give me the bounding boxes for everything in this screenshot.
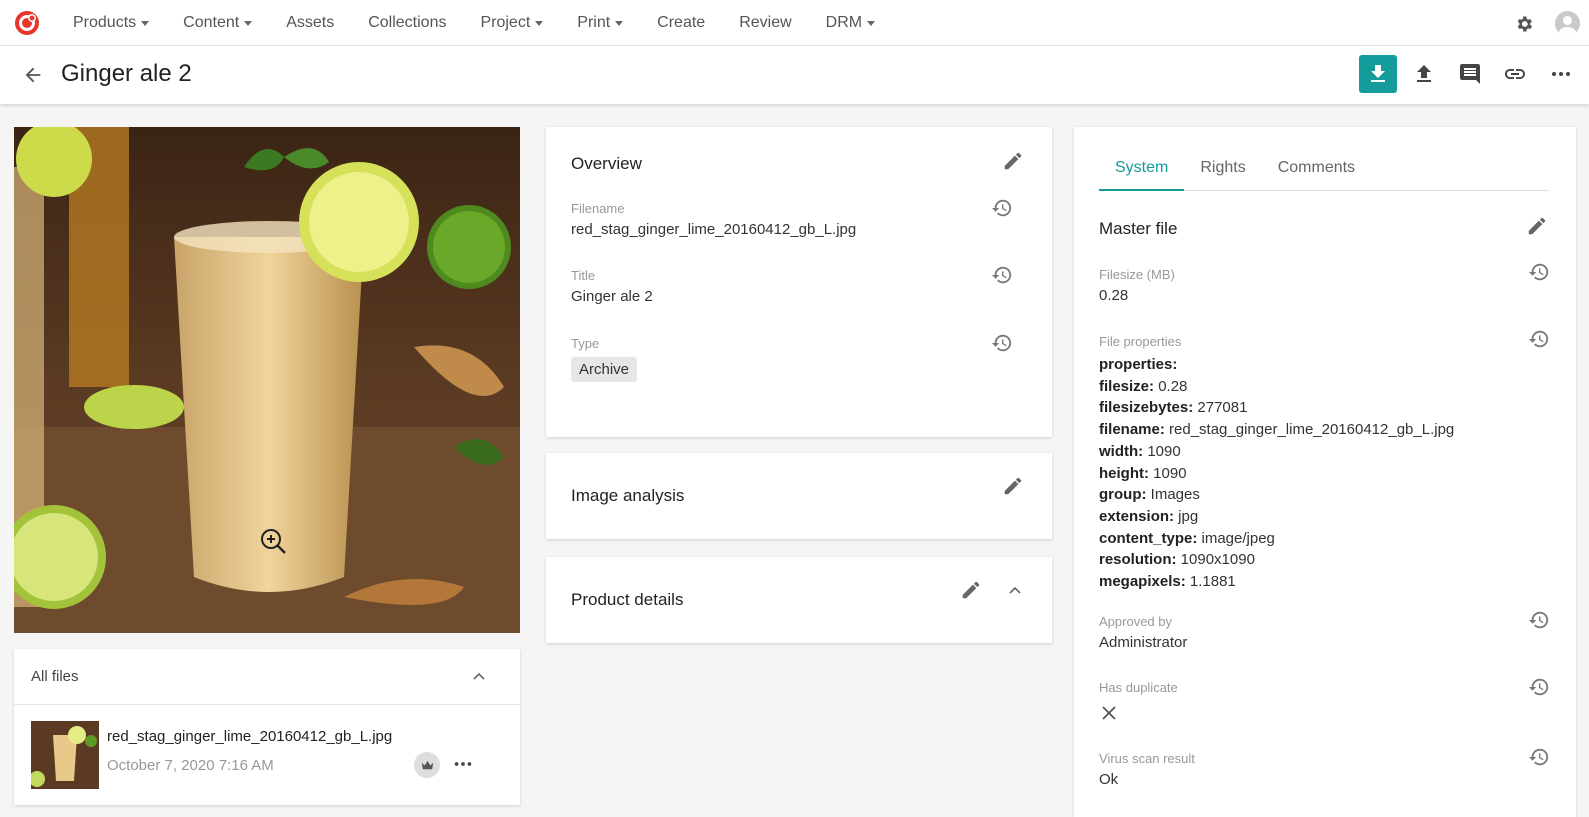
user-avatar-icon[interactable] <box>1555 11 1580 36</box>
edit-pencil-icon[interactable] <box>1002 150 1024 172</box>
more-horiz-icon <box>454 762 472 766</box>
history-icon[interactable] <box>1528 328 1550 350</box>
link-button[interactable] <box>1496 55 1534 93</box>
approved-by-label: Approved by <box>1099 614 1172 629</box>
property-row: filesize: 0.28 <box>1099 377 1188 395</box>
type-label: Type <box>571 336 600 351</box>
title-label: Title <box>571 268 596 283</box>
link-icon <box>1505 69 1525 79</box>
filename-value: red_stag_ginger_lime_20160412_gb_L.jpg <box>571 221 857 238</box>
property-row: extension: jpg <box>1099 507 1199 525</box>
close-x-icon <box>1102 706 1116 720</box>
nav-products[interactable]: Products <box>56 14 166 32</box>
file-name[interactable]: red_stag_ginger_lime_20160412_gb_L.jpg <box>107 728 392 745</box>
nav-collections[interactable]: Collections <box>351 14 463 32</box>
edit-pencil-icon[interactable] <box>960 579 982 601</box>
history-icon[interactable] <box>1528 676 1550 698</box>
product-details-card: Product details <box>546 557 1052 643</box>
title-bar: Ginger ale 2 <box>0 46 1589 104</box>
all-files-panel: All files red_stag_ginger_lime_20160412_… <box>14 649 520 805</box>
master-file-badge[interactable] <box>414 752 440 778</box>
more-horiz-icon <box>1552 72 1570 76</box>
upload-button[interactable] <box>1405 55 1443 93</box>
more-button[interactable] <box>1542 55 1580 93</box>
history-icon[interactable] <box>991 264 1013 286</box>
product-details-title: Product details <box>571 590 684 609</box>
overview-title: Overview <box>571 154 642 173</box>
title-value: Ginger ale 2 <box>571 288 653 305</box>
caret-down-icon <box>535 20 544 26</box>
edit-pencil-icon[interactable] <box>1002 475 1024 497</box>
nav-project[interactable]: Project <box>463 14 560 32</box>
panel-tabs: System Rights Comments <box>1099 149 1549 191</box>
page-title: Ginger ale 2 <box>61 60 192 87</box>
property-row: filename: red_stag_ginger_lime_20160412_… <box>1099 421 1455 439</box>
chevron-up-icon[interactable] <box>1008 584 1022 598</box>
nav-menu: Products Content Assets Collections Proj… <box>56 0 892 46</box>
all-files-header[interactable]: All files <box>14 649 520 705</box>
caret-down-icon <box>244 20 253 26</box>
history-icon[interactable] <box>991 332 1013 354</box>
filesize-label: Filesize (MB) <box>1099 267 1175 282</box>
asset-preview-image[interactable] <box>14 127 520 633</box>
master-file-title: Master file <box>1099 219 1178 238</box>
file-more-button[interactable] <box>452 753 474 780</box>
image-analysis-title: Image analysis <box>571 486 685 505</box>
filename-label: Filename <box>571 201 625 216</box>
approved-by-value: Administrator <box>1099 634 1188 651</box>
nav-content[interactable]: Content <box>166 14 269 32</box>
nav-print[interactable]: Print <box>560 14 640 32</box>
gear-icon[interactable] <box>1514 14 1534 34</box>
property-row: content_type: image/jpeg <box>1099 529 1275 547</box>
logo-icon[interactable] <box>14 10 40 36</box>
property-row: megapixels: 1.1881 <box>1099 573 1236 591</box>
file-date: October 7, 2020 7:16 AM <box>107 757 274 774</box>
property-row: properties: <box>1099 356 1178 373</box>
nav-create[interactable]: Create <box>640 14 722 32</box>
comment-button[interactable] <box>1451 55 1489 93</box>
image-analysis-card: Image analysis <box>546 453 1052 539</box>
file-thumbnail[interactable] <box>31 721 99 789</box>
file-properties-label: File properties <box>1099 334 1182 349</box>
nav-assets[interactable]: Assets <box>269 14 351 32</box>
crown-icon <box>421 760 433 769</box>
property-row: height: 1090 <box>1099 464 1187 482</box>
property-row: width: 1090 <box>1099 442 1181 460</box>
back-arrow-icon[interactable] <box>22 64 44 86</box>
all-files-title: All files <box>31 668 79 685</box>
upload-icon <box>1417 65 1431 82</box>
history-icon[interactable] <box>991 197 1013 219</box>
tab-rights[interactable]: Rights <box>1184 149 1261 191</box>
nav-drm[interactable]: DRM <box>809 14 892 32</box>
has-duplicate-label: Has duplicate <box>1099 680 1178 695</box>
type-chip: Archive <box>571 357 638 382</box>
download-icon <box>1371 65 1385 82</box>
property-row: resolution: 1090x1090 <box>1099 551 1255 569</box>
filesize-value: 0.28 <box>1099 287 1129 304</box>
virus-scan-value: Ok <box>1099 771 1119 788</box>
caret-down-icon <box>867 20 876 26</box>
virus-scan-label: Virus scan result <box>1099 751 1195 766</box>
property-row: group: Images <box>1099 486 1200 504</box>
chevron-up-icon[interactable] <box>472 670 486 684</box>
system-panel: System Rights Comments Master file Files… <box>1074 127 1576 817</box>
comment-icon <box>1460 64 1480 84</box>
download-button[interactable] <box>1359 55 1397 93</box>
caret-down-icon <box>615 20 624 26</box>
overview-card: Overview Filename red_stag_ginger_lime_2… <box>546 127 1052 437</box>
history-icon[interactable] <box>1528 261 1550 283</box>
top-nav: Products Content Assets Collections Proj… <box>0 0 1589 46</box>
nav-review[interactable]: Review <box>722 14 808 32</box>
edit-pencil-icon[interactable] <box>1526 215 1548 237</box>
tab-comments[interactable]: Comments <box>1262 149 1371 191</box>
history-icon[interactable] <box>1528 609 1550 631</box>
zoom-in-icon[interactable] <box>259 527 289 557</box>
history-icon[interactable] <box>1528 746 1550 768</box>
caret-down-icon <box>141 20 150 26</box>
property-row: filesizebytes: 277081 <box>1099 399 1248 417</box>
tab-system[interactable]: System <box>1099 149 1185 191</box>
file-properties-list: properties: filesize: 0.28 filesizebytes… <box>1099 354 1454 593</box>
ginger-ale-photo <box>14 127 520 633</box>
